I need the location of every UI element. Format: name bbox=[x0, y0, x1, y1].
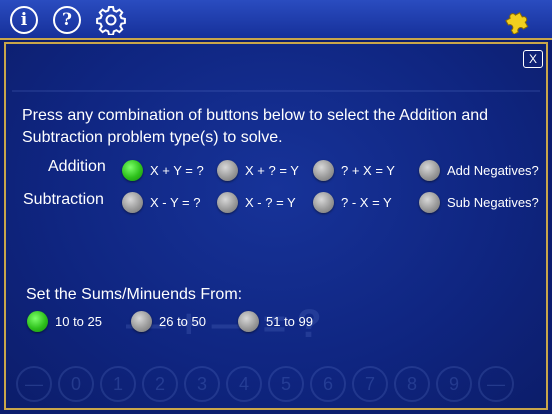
gear-icon[interactable] bbox=[96, 5, 126, 35]
range-option-10-25[interactable]: 10 to 25 bbox=[27, 311, 102, 332]
option-label: 51 to 99 bbox=[266, 314, 313, 329]
option-indicator bbox=[419, 160, 440, 181]
addition-label: Addition bbox=[48, 158, 106, 175]
info-button[interactable]: i bbox=[10, 6, 38, 34]
option-label: 10 to 25 bbox=[55, 314, 102, 329]
option-label: X - ? = Y bbox=[245, 195, 296, 210]
add-negatives-option[interactable]: Add Negatives? bbox=[419, 160, 539, 181]
instructions-text: Press any combination of buttons below t… bbox=[22, 107, 489, 146]
range-option-51-99[interactable]: 51 to 99 bbox=[238, 311, 313, 332]
option-indicator bbox=[313, 192, 334, 213]
option-label: X + Y = ? bbox=[150, 163, 204, 178]
subtraction-label: Subtraction bbox=[23, 191, 104, 208]
subtraction-option-x-minus-y[interactable]: X - Y = ? bbox=[122, 192, 200, 213]
background-decoration bbox=[12, 90, 540, 92]
puzzle-icon[interactable] bbox=[502, 6, 532, 34]
option-label: X - Y = ? bbox=[150, 195, 201, 210]
top-toolbar: i ? bbox=[0, 0, 552, 40]
addition-option-x-plus-y[interactable]: X + Y = ? bbox=[122, 160, 204, 181]
problem-type-dialog: — + — = ? — 0 1 2 3 4 5 6 7 8 9 — X Pres… bbox=[4, 42, 548, 410]
option-label: Add Negatives? bbox=[447, 163, 539, 178]
option-indicator bbox=[313, 160, 334, 181]
option-indicator bbox=[238, 311, 259, 332]
option-label: Sub Negatives? bbox=[447, 195, 539, 210]
option-indicator bbox=[122, 192, 143, 213]
close-icon: X bbox=[528, 52, 537, 66]
option-label: ? - X = Y bbox=[341, 195, 392, 210]
option-indicator bbox=[217, 160, 238, 181]
option-label: X + ? = Y bbox=[245, 163, 299, 178]
subtraction-option-x-minus-blank[interactable]: X - ? = Y bbox=[217, 192, 296, 213]
option-label: ? + X = Y bbox=[341, 163, 395, 178]
close-button[interactable]: X bbox=[523, 50, 543, 68]
option-label: 26 to 50 bbox=[159, 314, 206, 329]
help-icon: ? bbox=[62, 10, 72, 30]
subtraction-option-blank-minus-x[interactable]: ? - X = Y bbox=[313, 192, 392, 213]
info-icon: i bbox=[20, 10, 28, 30]
addition-option-x-plus-blank[interactable]: X + ? = Y bbox=[217, 160, 299, 181]
option-indicator bbox=[419, 192, 440, 213]
range-title: Set the Sums/Minuends From: bbox=[26, 286, 243, 303]
help-button[interactable]: ? bbox=[53, 6, 81, 34]
option-indicator bbox=[122, 160, 143, 181]
option-indicator bbox=[217, 192, 238, 213]
sub-negatives-option[interactable]: Sub Negatives? bbox=[419, 192, 539, 213]
range-option-26-50[interactable]: 26 to 50 bbox=[131, 311, 206, 332]
option-indicator bbox=[131, 311, 152, 332]
addition-option-blank-plus-x[interactable]: ? + X = Y bbox=[313, 160, 395, 181]
background-keypad: — 0 1 2 3 4 5 6 7 8 9 — bbox=[16, 366, 514, 402]
option-indicator bbox=[27, 311, 48, 332]
